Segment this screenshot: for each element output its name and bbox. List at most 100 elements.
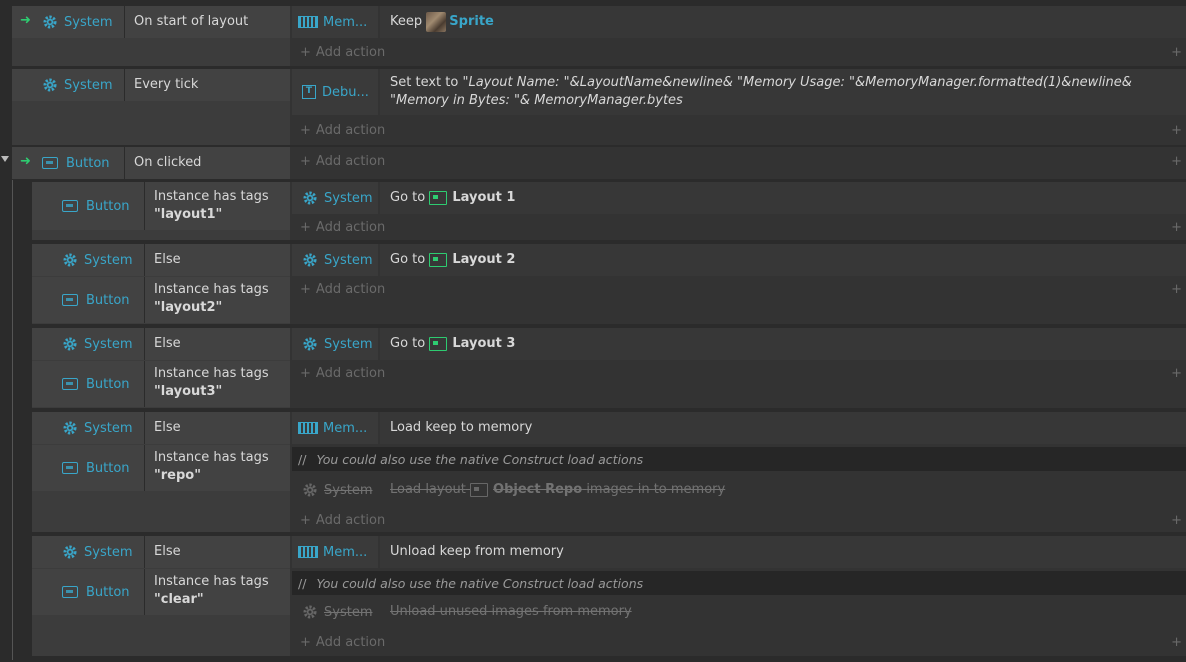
subevent-block-5[interactable]: System Else Button Instance has tags "cl…: [32, 536, 1186, 656]
divider: [144, 277, 145, 323]
condition-row[interactable]: ➜ Button On clicked: [12, 147, 290, 179]
go-to-label: Go to: [390, 252, 426, 267]
action-row[interactable]: Mem... Unload keep from memory: [292, 536, 1186, 568]
action-text: Load layout Object Repo images in to mem…: [380, 474, 1186, 506]
disabled-action-row[interactable]: System Load layout Object Repo images in…: [292, 474, 1186, 506]
subevent-4-actions[interactable]: Mem... Load keep to memory // You could a…: [292, 412, 1186, 532]
action-object-label: Debu...: [322, 84, 369, 100]
add-action-button[interactable]: + Add action +: [292, 119, 1186, 141]
comment-icon: //: [298, 575, 307, 591]
condition-row[interactable]: ➜ System On start of layout: [12, 6, 290, 38]
instance-has-tags-label: Instance has tags: [154, 450, 269, 465]
condition-object-label: System: [64, 77, 113, 93]
divider: [144, 244, 145, 276]
plus-icon: +: [1171, 512, 1182, 528]
condition-object-label: System: [84, 420, 133, 436]
event-block-1[interactable]: ➜ System On start of layout Mem... Keep …: [12, 6, 1186, 66]
subevent-1-actions[interactable]: System Go to Layout 1 + Add action +: [292, 182, 1186, 240]
subevent-block-2[interactable]: System Else Button Instance has tags "la…: [32, 244, 1186, 324]
divider: [144, 412, 145, 444]
add-action-button[interactable]: + Add action +: [292, 150, 1186, 172]
comment-row[interactable]: // You could also use the native Construc…: [292, 571, 1186, 595]
action-row[interactable]: Mem... Load keep to memory: [292, 412, 1186, 444]
add-action-button[interactable]: + Add action +: [292, 509, 1186, 531]
divider: [144, 182, 145, 230]
add-action-button[interactable]: + Add action +: [292, 41, 1186, 63]
action-object: System: [292, 598, 378, 626]
layout-name: Layout 2: [452, 252, 516, 267]
comment-text: You could also use the native Construct …: [316, 575, 644, 591]
plus-icon: +: [300, 365, 311, 381]
condition-row[interactable]: Button Instance has tags "layout1": [32, 182, 290, 230]
disabled-action-row[interactable]: System Unload unused images from memory: [292, 598, 1186, 626]
event-1-conditions[interactable]: ➜ System On start of layout: [12, 6, 290, 66]
event-sheet: ➜ System On start of layout Mem... Keep …: [0, 0, 1186, 662]
action-row[interactable]: System Go to Layout 1: [292, 182, 1186, 214]
condition-text: Instance has tags "layout3": [154, 361, 269, 407]
subevent-2-actions[interactable]: System Go to Layout 2 + Add action +: [292, 244, 1186, 324]
button-icon: [42, 157, 58, 169]
collapse-triangle-icon[interactable]: [1, 156, 9, 162]
condition-row[interactable]: Button Instance has tags "clear": [32, 569, 290, 615]
event-block-2[interactable]: System Every tick T Debu... Set text to …: [12, 69, 1186, 145]
action-row[interactable]: Mem... Keep Sprite: [292, 6, 1186, 38]
action-object: Mem...: [292, 536, 378, 568]
condition-row[interactable]: Button Instance has tags "layout2": [32, 277, 290, 323]
add-action-label: Add action: [315, 281, 386, 297]
gear-icon: [63, 421, 77, 435]
button-icon: [62, 294, 78, 306]
plus-icon: +: [1171, 281, 1182, 297]
event-1-actions[interactable]: Mem... Keep Sprite + Add action +: [292, 6, 1186, 66]
subevent-4-conditions[interactable]: System Else Button Instance has tags "re…: [32, 412, 290, 532]
action-object-label: Mem...: [323, 420, 368, 436]
subevent-block-3[interactable]: System Else Button Instance has tags "la…: [32, 328, 1186, 408]
event-2-conditions[interactable]: System Every tick: [12, 69, 290, 145]
subevent-1-conditions[interactable]: Button Instance has tags "layout1": [32, 182, 290, 240]
event-2-actions[interactable]: T Debu... Set text to "Layout Name: "&La…: [292, 69, 1186, 145]
else-row[interactable]: System Else: [32, 412, 290, 444]
action-object-label: System: [324, 604, 373, 620]
condition-object: System: [42, 6, 112, 38]
subevent-block-1[interactable]: Button Instance has tags "layout1" Syste…: [32, 182, 1186, 240]
condition-row[interactable]: System Every tick: [12, 69, 290, 101]
plus-icon: +: [300, 153, 311, 169]
plus-icon: +: [1171, 219, 1182, 235]
event-block-3[interactable]: ➜ Button On clicked + Add action +: [12, 147, 1186, 179]
add-action-button[interactable]: + Add action +: [292, 278, 1186, 300]
subevent-2-conditions[interactable]: System Else Button Instance has tags "la…: [32, 244, 290, 324]
add-action-button[interactable]: + Add action +: [292, 216, 1186, 238]
action-object-label: System: [324, 336, 373, 352]
else-text: Else: [154, 252, 181, 267]
load-suffix: images in to memory: [586, 482, 726, 497]
event-3-conditions[interactable]: ➜ Button On clicked: [12, 147, 290, 179]
else-row[interactable]: System Else: [32, 328, 290, 360]
condition-object-label: Button: [86, 584, 130, 600]
gear-icon: [63, 545, 77, 559]
subevent-5-conditions[interactable]: System Else Button Instance has tags "cl…: [32, 536, 290, 656]
condition-object-label: Button: [86, 460, 130, 476]
event-3-actions[interactable]: + Add action +: [292, 147, 1186, 179]
comment-row[interactable]: // You could also use the native Construc…: [292, 447, 1186, 471]
condition-row[interactable]: Button Instance has tags "repo": [32, 445, 290, 491]
subevent-3-actions[interactable]: System Go to Layout 3 + Add action +: [292, 328, 1186, 408]
gear-icon: [303, 253, 317, 267]
condition-text: Instance has tags "layout2": [154, 277, 269, 323]
condition-text: Instance has tags "repo": [154, 445, 269, 491]
action-object: Mem...: [292, 6, 378, 38]
action-object: System: [292, 474, 378, 506]
action-row[interactable]: System Go to Layout 2: [292, 244, 1186, 276]
condition-row[interactable]: Button Instance has tags "layout3": [32, 361, 290, 407]
subevent-5-actions[interactable]: Mem... Unload keep from memory // You cou…: [292, 536, 1186, 656]
plus-icon: +: [1171, 153, 1182, 169]
action-row[interactable]: System Go to Layout 3: [292, 328, 1186, 360]
add-action-button[interactable]: + Add action +: [292, 631, 1186, 653]
subevent-3-conditions[interactable]: System Else Button Instance has tags "la…: [32, 328, 290, 408]
memory-icon: [298, 16, 318, 28]
instance-has-tags-label: Instance has tags: [154, 282, 269, 297]
subevent-block-4[interactable]: System Else Button Instance has tags "re…: [32, 412, 1186, 532]
condition-object: Button: [62, 361, 130, 407]
else-row[interactable]: System Else: [32, 536, 290, 568]
add-action-button[interactable]: + Add action +: [292, 362, 1186, 384]
action-row[interactable]: T Debu... Set text to "Layout Name: "&La…: [292, 69, 1186, 115]
else-row[interactable]: System Else: [32, 244, 290, 276]
